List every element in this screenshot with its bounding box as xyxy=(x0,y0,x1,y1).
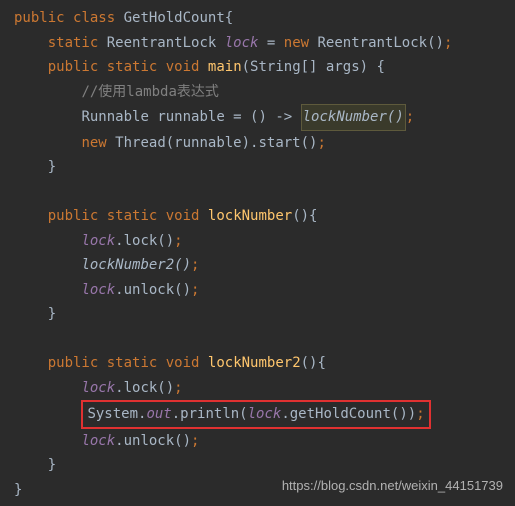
brace: } xyxy=(14,482,22,498)
semi: ; xyxy=(174,380,182,396)
highlighted-line-box: System.out.println(lock.getHoldCount()); xyxy=(81,400,430,429)
code-line: lock.lock(); xyxy=(14,229,515,254)
keyword: new xyxy=(81,135,106,151)
code-line: //使用lambda表达式 xyxy=(14,80,515,105)
keyword: public xyxy=(48,59,99,75)
semi: ; xyxy=(191,433,199,449)
code-line: static ReentrantLock lock = new Reentran… xyxy=(14,31,515,56)
highlighted-call: lockNumber() xyxy=(301,104,406,131)
call: .println( xyxy=(172,406,248,422)
code-line: public static void lockNumber(){ xyxy=(14,204,515,229)
keyword: public xyxy=(48,355,99,371)
type: Runnable xyxy=(81,109,148,125)
field: lock xyxy=(81,233,115,249)
keyword: public xyxy=(14,10,65,26)
code-line: } xyxy=(14,302,515,327)
brace: } xyxy=(48,306,56,322)
keyword: static xyxy=(107,208,158,224)
ctor: ReentrantLock() xyxy=(318,35,444,51)
code-line: System.out.println(lock.getHoldCount()); xyxy=(14,400,515,429)
call: .unlock() xyxy=(115,433,191,449)
keyword: void xyxy=(166,59,200,75)
field: lock xyxy=(81,282,115,298)
brace: { xyxy=(225,10,233,26)
watermark: https://blog.csdn.net/weixin_44151739 xyxy=(282,475,503,498)
keyword: void xyxy=(166,355,200,371)
semi: ; xyxy=(444,35,452,51)
code-line: public static void lockNumber2(){ xyxy=(14,351,515,376)
code-line: lock.unlock(); xyxy=(14,429,515,454)
semi: ; xyxy=(416,406,424,422)
sys: System. xyxy=(87,406,146,422)
method-name: lockNumber xyxy=(208,208,292,224)
field: lock xyxy=(225,35,259,51)
call: .getHoldCount()) xyxy=(281,406,416,422)
field: out xyxy=(146,406,171,422)
method-name: lockNumber2 xyxy=(208,355,301,371)
call: .lock() xyxy=(115,380,174,396)
semi: ; xyxy=(406,109,414,125)
keyword: class xyxy=(73,10,115,26)
call: Thread(runnable).start() xyxy=(115,135,317,151)
params: (String[] args) { xyxy=(242,59,385,75)
code-line: Runnable runnable = () -> lockNumber(); xyxy=(14,104,515,131)
code-line: } xyxy=(14,453,515,478)
semi: ; xyxy=(174,233,182,249)
keyword: static xyxy=(107,355,158,371)
code-line: } xyxy=(14,155,515,180)
semi: ; xyxy=(317,135,325,151)
code-line: new Thread(runnable).start(); xyxy=(14,131,515,156)
type: ReentrantLock xyxy=(107,35,217,51)
brace: } xyxy=(48,457,56,473)
field: lock xyxy=(81,380,115,396)
keyword: static xyxy=(48,35,99,51)
code-line: lock.unlock(); xyxy=(14,278,515,303)
semi: ; xyxy=(191,257,199,273)
op: = xyxy=(258,35,283,51)
code-line: lockNumber2(); xyxy=(14,253,515,278)
semi: ; xyxy=(191,282,199,298)
class-name: GetHoldCount xyxy=(124,10,225,26)
paren: (){ xyxy=(301,355,326,371)
code-line xyxy=(14,180,515,205)
keyword: public xyxy=(48,208,99,224)
keyword: void xyxy=(166,208,200,224)
brace: } xyxy=(48,159,56,175)
code-editor[interactable]: public class GetHoldCount{ static Reentr… xyxy=(14,6,515,502)
var: runnable = () -> xyxy=(157,109,300,125)
code-line: lock.lock(); xyxy=(14,376,515,401)
field: lock xyxy=(248,406,282,422)
code-line: public static void main(String[] args) { xyxy=(14,55,515,80)
call: lockNumber2() xyxy=(81,257,191,273)
comment: //使用lambda表达式 xyxy=(81,84,218,100)
keyword: static xyxy=(107,59,158,75)
code-line xyxy=(14,327,515,352)
call: .unlock() xyxy=(115,282,191,298)
field: lock xyxy=(81,433,115,449)
call: .lock() xyxy=(115,233,174,249)
code-line: public class GetHoldCount{ xyxy=(14,6,515,31)
paren: (){ xyxy=(292,208,317,224)
keyword: new xyxy=(284,35,309,51)
method-name: main xyxy=(208,59,242,75)
